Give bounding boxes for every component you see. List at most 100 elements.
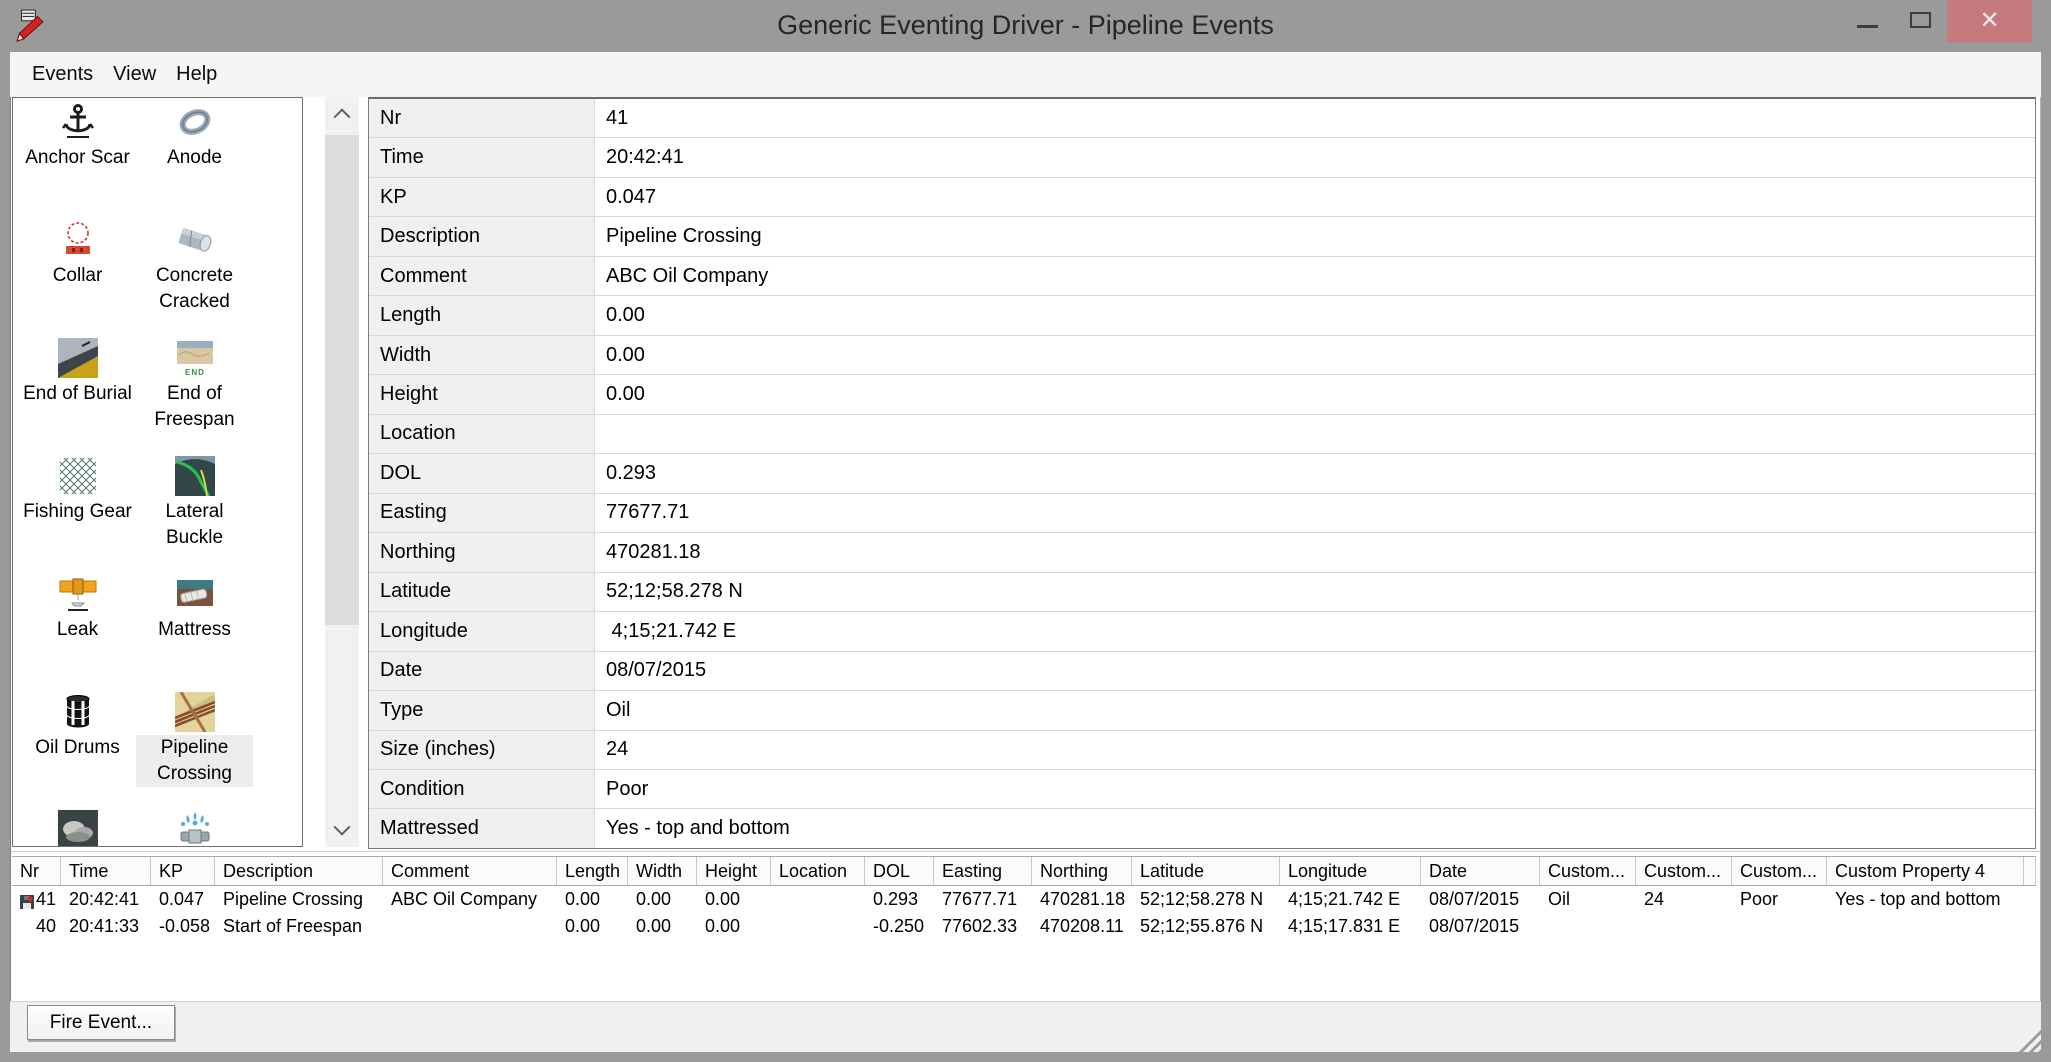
property-value[interactable]: ABC Oil Company: [595, 257, 2035, 295]
property-value[interactable]: 24: [595, 731, 2035, 769]
palette-item-collar[interactable]: Collar: [19, 220, 136, 338]
property-value[interactable]: 41: [595, 99, 2035, 137]
event-row-41[interactable]: 41 20:42:41 0.047 Pipeline Crossing ABC …: [12, 886, 2036, 913]
property-value[interactable]: 0.00: [595, 336, 2035, 374]
palette-item-pipeline-crossing[interactable]: Pipeline Crossing: [136, 691, 253, 810]
palette-item-concrete-cracked[interactable]: Concrete Cracked: [136, 220, 253, 338]
event-table: Nr Time KP Description Comment Length Wi…: [12, 856, 2036, 940]
column-header[interactable]: Custom Property 4: [1827, 857, 2024, 885]
scroll-up-button[interactable]: [325, 97, 359, 131]
column-header[interactable]: Nr: [12, 857, 61, 885]
anode-icon: [175, 102, 215, 142]
property-value[interactable]: 0.00: [595, 296, 2035, 334]
property-value[interactable]: Poor: [595, 770, 2035, 808]
event-row-40[interactable]: 40 20:41:33 -0.058 Start of Freespan 0.0…: [12, 913, 2036, 940]
palette-item-partial-water-spray[interactable]: [136, 810, 253, 846]
table-cell: 470208.11: [1040, 916, 1124, 936]
resize-grip[interactable]: [2015, 1026, 2041, 1052]
collar-icon: [58, 220, 98, 260]
column-header[interactable]: Date: [1421, 857, 1540, 885]
column-header[interactable]: Custom...: [1732, 857, 1827, 885]
property-value[interactable]: 0.00: [595, 375, 2035, 413]
column-header[interactable]: Comment: [383, 857, 557, 885]
column-header[interactable]: Easting: [934, 857, 1032, 885]
palette-item-anode[interactable]: Anode: [136, 102, 253, 220]
minimize-button[interactable]: [1840, 0, 1894, 42]
property-row: Type Oil: [369, 691, 2035, 731]
palette-scrollbar[interactable]: [325, 97, 359, 847]
column-header[interactable]: KP: [151, 857, 215, 885]
menu-help[interactable]: Help: [166, 59, 227, 90]
palette-item-mattress[interactable]: Mattress: [136, 574, 253, 692]
chevron-up-icon: [333, 108, 351, 126]
svg-text:END: END: [185, 368, 205, 377]
palette-item-anchor-scar[interactable]: Anchor Scar: [19, 102, 136, 220]
property-label: Width: [369, 335, 595, 375]
property-value[interactable]: 08/07/2015: [595, 652, 2035, 690]
property-value[interactable]: 4;15;21.742 E: [595, 612, 2035, 650]
palette-item-fishing-gear[interactable]: Fishing Gear: [19, 456, 136, 574]
property-label: Description: [369, 217, 595, 256]
table-cell: 4;15;17.831 E: [1288, 916, 1401, 936]
property-value[interactable]: 0.047: [595, 178, 2035, 216]
column-header[interactable]: Time: [61, 857, 151, 885]
lateral-buckle-icon: [174, 456, 215, 497]
window-controls: ✕: [1840, 0, 2032, 42]
property-value[interactable]: 20:42:41: [595, 138, 2035, 176]
column-header[interactable]: Length: [557, 857, 628, 885]
table-cell: 41: [12, 886, 61, 913]
table-cell: Oil: [1548, 889, 1570, 909]
property-value[interactable]: 77677.71: [595, 494, 2035, 532]
property-value[interactable]: Oil: [595, 691, 2035, 729]
property-row: Width 0.00: [369, 335, 2035, 376]
scroll-down-button[interactable]: [325, 813, 359, 847]
maximize-button[interactable]: [1894, 0, 1947, 42]
property-label: Mattressed: [369, 809, 595, 848]
property-label: DOL: [369, 454, 595, 493]
property-value[interactable]: Yes - top and bottom: [595, 809, 2035, 847]
palette-item-partial-rocks[interactable]: [19, 810, 136, 846]
fire-event-button[interactable]: Fire Event...: [27, 1005, 175, 1040]
table-cell: [1732, 913, 1827, 940]
column-header[interactable]: Description: [215, 857, 383, 885]
palette-item-label: End of Freespan: [154, 383, 235, 430]
property-value[interactable]: [595, 415, 2035, 453]
fishing-gear-icon: [58, 456, 98, 496]
property-label: Latitude: [369, 572, 595, 612]
table-cell: 52;12;55.876 N: [1140, 916, 1264, 936]
property-value[interactable]: 0.293: [595, 454, 2035, 492]
table-cell: 40: [12, 913, 61, 940]
column-header[interactable]: Latitude: [1132, 857, 1280, 885]
property-value[interactable]: Pipeline Crossing: [595, 217, 2035, 255]
table-cell: 52;12;58.278 N: [1140, 889, 1264, 909]
table-cell: 0.00: [565, 889, 601, 909]
palette-item-oil-drums[interactable]: Oil Drums: [19, 692, 136, 810]
column-header[interactable]: Location: [771, 857, 865, 885]
property-row: Nr 41: [369, 99, 2035, 139]
pipeline-crossing-icon: [172, 691, 217, 733]
palette-item-end-of-burial[interactable]: End of Burial: [19, 338, 136, 456]
column-header[interactable]: Custom...: [1540, 857, 1636, 885]
property-value[interactable]: 470281.18: [595, 533, 2035, 571]
palette-item-lateral-buckle[interactable]: Lateral Buckle: [136, 456, 253, 574]
column-header[interactable]: Longitude: [1280, 857, 1421, 885]
cell-text: 40: [36, 916, 57, 936]
column-header[interactable]: Custom...: [1636, 857, 1732, 885]
column-header[interactable]: Height: [697, 857, 771, 885]
palette-item-leak[interactable]: Leak: [19, 574, 136, 692]
property-label: KP: [369, 177, 595, 217]
close-button[interactable]: ✕: [1947, 0, 2032, 42]
table-cell: 20:41:33: [69, 916, 140, 936]
property-label: Easting: [369, 493, 595, 533]
palette-item-end-of-freespan[interactable]: END End of Freespan: [136, 338, 253, 456]
rocks-icon: [57, 810, 98, 846]
menu-view[interactable]: View: [103, 59, 166, 90]
client-area: Anchor Scar Anode Collar Concrete Cracke…: [10, 97, 2041, 1001]
column-header[interactable]: Northing: [1032, 857, 1132, 885]
property-value[interactable]: 52;12;58.278 N: [595, 573, 2035, 611]
column-header[interactable]: Width: [628, 857, 697, 885]
table-cell: Start of Freespan: [223, 916, 363, 936]
scrollbar-thumb[interactable]: [325, 135, 359, 625]
menu-events[interactable]: Events: [22, 59, 103, 90]
column-header[interactable]: DOL: [865, 857, 934, 885]
